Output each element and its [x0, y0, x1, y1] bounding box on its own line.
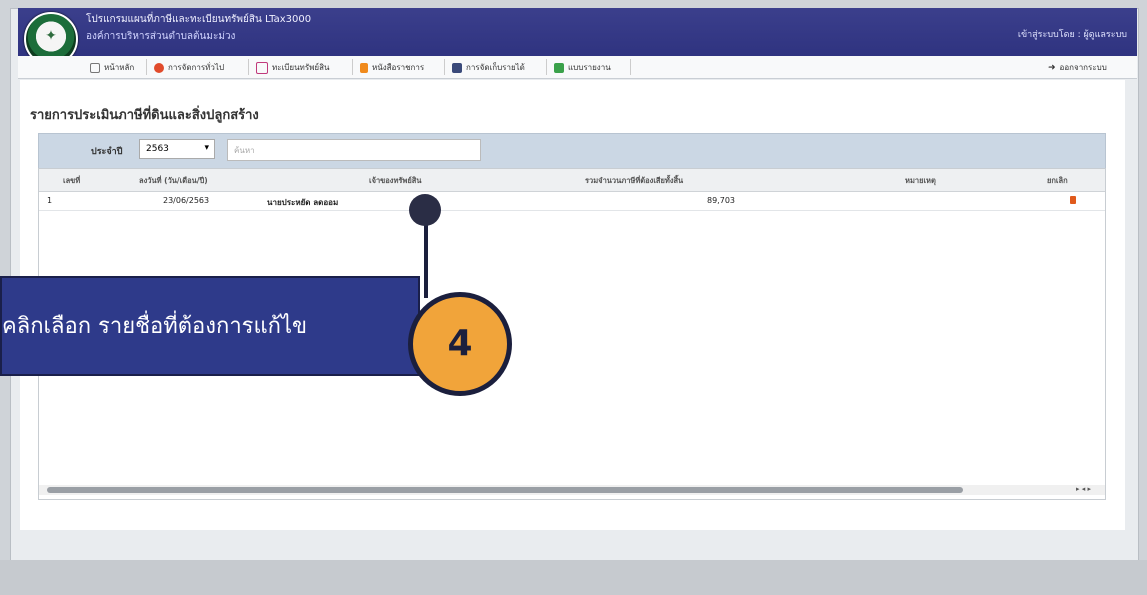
- menu-label: การจัดเก็บรายได้: [466, 63, 525, 72]
- chevron-down-icon: ▾: [204, 143, 209, 153]
- gears-icon: [154, 62, 164, 73]
- menu-item-general[interactable]: การจัดการทั่วไป: [154, 61, 224, 74]
- home-icon: [90, 62, 100, 73]
- menu-divider: [352, 59, 353, 75]
- page-title: รายการประเมินภาษีที่ดินและสิ่งปลูกสร้าง: [30, 108, 259, 123]
- calculator-icon: [452, 62, 462, 73]
- col-note: หมายเหตุ: [905, 176, 936, 185]
- menu-label: หนังสือราชการ: [372, 63, 425, 72]
- scroll-arrows-icon[interactable]: ▸ ◂ ▸: [1076, 485, 1091, 493]
- table-row[interactable]: 1 23/06/2563 นายประหยัด ลดออม 89,703: [39, 192, 1105, 211]
- menu-item-reports[interactable]: แบบรายงาน: [554, 61, 611, 74]
- table-header: เลขที่ ลงวันที่ (วัน/เดือน/ปี) เจ้าของทร…: [39, 169, 1105, 192]
- menu-divider: [248, 59, 249, 75]
- bottom-strip: [0, 560, 1147, 595]
- menu-item-property-register[interactable]: ทะเบียนทรัพย์สิน: [256, 61, 329, 74]
- col-cancel: ยกเลิก: [1047, 176, 1068, 185]
- search-input[interactable]: ค้นหา: [227, 139, 481, 161]
- col-date: ลงวันที่ (วัน/เดือน/ปี): [139, 176, 208, 185]
- col-tax-total: รวมจำนวนภาษีที่ต้องเสียทั้งสิ้น: [585, 176, 684, 185]
- menu-label: ทะเบียนทรัพย์สิน: [272, 63, 330, 72]
- app-header: ✦ โปรแกรมแผนที่ภาษีและทะเบียนทรัพย์สิน L…: [18, 8, 1137, 66]
- instruction-callout: คลิกเลือก รายชื่อที่ต้องการแก้ไข: [0, 276, 420, 376]
- logout-button[interactable]: ➜ ออกจากระบบ: [1048, 61, 1107, 74]
- logout-icon: ➜: [1048, 62, 1056, 73]
- callout-pointer-dot: [409, 194, 441, 226]
- cell-number: 1: [47, 196, 53, 205]
- year-label: ประจำปี: [91, 147, 123, 157]
- logout-label: ออกจากระบบ: [1059, 63, 1107, 72]
- step-number-badge: 4: [408, 292, 512, 396]
- filter-bar: ประจำปี 2563 ▾ ค้นหา: [38, 133, 1106, 169]
- cell-date: 23/06/2563: [163, 196, 210, 205]
- table-icon: [554, 62, 564, 73]
- menu-item-home[interactable]: หน้าหลัก: [90, 61, 134, 74]
- menu-label: แบบรายงาน: [568, 63, 611, 72]
- document-icon: [360, 62, 368, 73]
- scrollbar-thumb[interactable]: [47, 487, 963, 493]
- org-name: องค์การบริหารส่วนตำบลต้นมะม่วง: [86, 31, 236, 42]
- callout-text: คลิกเลือก รายชื่อที่ต้องการแก้ไข: [2, 314, 308, 339]
- menu-item-revenue[interactable]: การจัดเก็บรายได้: [452, 61, 525, 74]
- menu-divider: [630, 59, 631, 75]
- user-info: เข้าสู่ระบบโดย : ผู้ดูแลระบบ: [1017, 30, 1127, 40]
- horizontal-scrollbar[interactable]: ▸ ◂ ▸: [39, 485, 1105, 495]
- menu-divider: [444, 59, 445, 75]
- menu-label: หน้าหลัก: [104, 63, 135, 72]
- col-owner: เจ้าของทรัพย์สิน: [369, 176, 422, 185]
- menu-label: การจัดการทั่วไป: [168, 63, 225, 72]
- book-icon: [256, 61, 268, 74]
- menu-divider: [146, 59, 147, 75]
- app-title: โปรแกรมแผนที่ภาษีและทะเบียนทรัพย์สิน LTa…: [86, 14, 312, 25]
- cell-tax-total: 89,703: [707, 196, 735, 205]
- trash-icon[interactable]: [1070, 196, 1076, 204]
- menu-divider: [546, 59, 547, 75]
- year-value: 2563: [146, 144, 169, 154]
- menu-item-official-letters[interactable]: หนังสือราชการ: [360, 61, 424, 74]
- main-menu: หน้าหลัก การจัดการทั่วไป ทะเบียนทรัพย์สิ…: [18, 56, 1137, 79]
- col-number: เลขที่: [63, 176, 81, 185]
- year-select[interactable]: 2563 ▾: [139, 139, 215, 159]
- search-placeholder: ค้นหา: [234, 146, 255, 155]
- cell-owner[interactable]: นายประหยัด ลดออม: [267, 196, 338, 209]
